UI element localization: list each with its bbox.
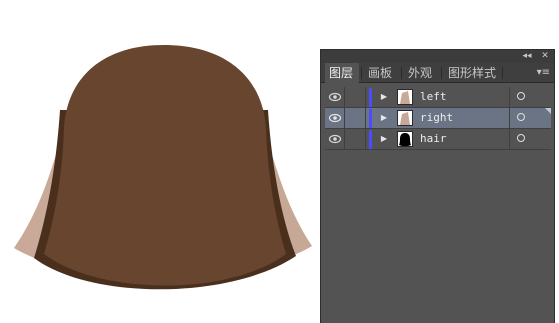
lock-toggle[interactable] bbox=[345, 108, 366, 128]
expand-arrow-icon[interactable]: ▶ bbox=[378, 129, 390, 149]
target-circle-icon[interactable] bbox=[517, 92, 525, 100]
collapse-icon[interactable]: ◂◂ bbox=[520, 50, 534, 63]
layer-name[interactable]: right bbox=[420, 108, 453, 128]
eye-icon bbox=[328, 92, 342, 102]
layers-panel: ◂◂ ✕ 图层 画板 外观 图形样式 ▾≡ ▶ left ▶ right ▶ h… bbox=[320, 49, 555, 323]
target-circle-icon[interactable] bbox=[517, 113, 525, 121]
layer-row-right[interactable]: ▶ right bbox=[325, 108, 551, 129]
tab-divider bbox=[361, 67, 362, 79]
tab-divider bbox=[401, 67, 402, 79]
target-cell[interactable] bbox=[509, 87, 551, 107]
panel-titlebar[interactable]: ◂◂ ✕ bbox=[321, 50, 554, 63]
visibility-toggle[interactable] bbox=[325, 87, 345, 107]
layer-color-indicator bbox=[369, 130, 372, 149]
target-cell[interactable] bbox=[509, 108, 551, 128]
target-circle-icon[interactable] bbox=[517, 134, 525, 142]
close-icon[interactable]: ✕ bbox=[538, 50, 552, 63]
tab-artboards[interactable]: 画板 bbox=[364, 63, 396, 83]
artboard-canvas[interactable] bbox=[0, 0, 330, 323]
hair-thumbnail bbox=[397, 131, 413, 147]
layer-color-indicator bbox=[369, 88, 372, 107]
skin-thumbnail bbox=[397, 110, 413, 126]
expand-arrow-icon[interactable]: ▶ bbox=[378, 87, 390, 107]
tab-appearance[interactable]: 外观 bbox=[404, 63, 436, 83]
panel-menu-icon[interactable]: ▾≡ bbox=[537, 63, 550, 83]
layers-list: ▶ left ▶ right ▶ hair bbox=[321, 83, 554, 323]
tab-divider bbox=[502, 67, 503, 79]
eye-icon bbox=[328, 134, 342, 144]
layer-name[interactable]: hair bbox=[420, 129, 447, 149]
hair-shape[interactable] bbox=[44, 45, 286, 286]
layer-row-left[interactable]: ▶ left bbox=[325, 87, 551, 108]
layer-color-indicator bbox=[369, 109, 372, 128]
eye-icon bbox=[328, 113, 342, 123]
tab-divider bbox=[441, 67, 442, 79]
lock-toggle[interactable] bbox=[345, 129, 366, 149]
panel-tabs: 图层 画板 外观 图形样式 ▾≡ bbox=[321, 63, 554, 83]
visibility-toggle[interactable] bbox=[325, 108, 345, 128]
lock-toggle[interactable] bbox=[345, 87, 366, 107]
visibility-toggle[interactable] bbox=[325, 129, 345, 149]
tab-layers[interactable]: 图层 bbox=[325, 63, 359, 83]
selection-corner-icon bbox=[545, 108, 551, 114]
target-cell[interactable] bbox=[509, 129, 551, 149]
skin-thumbnail bbox=[397, 89, 413, 105]
illustrator-workspace: ◂◂ ✕ 图层 画板 外观 图形样式 ▾≡ ▶ left ▶ right ▶ h… bbox=[0, 0, 559, 323]
expand-arrow-icon[interactable]: ▶ bbox=[378, 108, 390, 128]
tab-graphic-styles[interactable]: 图形样式 bbox=[444, 63, 500, 83]
layer-name[interactable]: left bbox=[420, 87, 447, 107]
layer-row-hair[interactable]: ▶ hair bbox=[325, 129, 551, 150]
